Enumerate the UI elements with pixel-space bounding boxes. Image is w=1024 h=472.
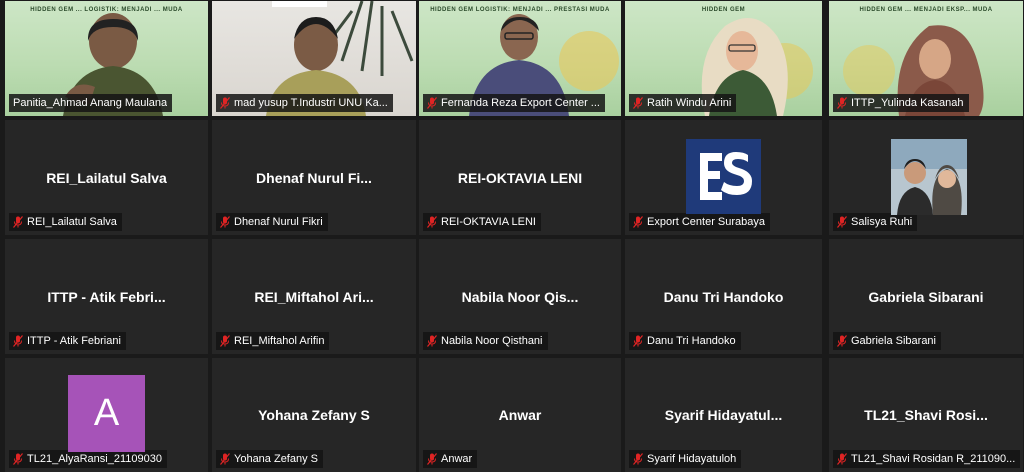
participant-tile[interactable]: Gabriela Sibarani Gabriela Sibarani — [829, 239, 1023, 354]
participant-tile[interactable]: Danu Tri Handoko Danu Tri Handoko — [625, 239, 822, 354]
participant-tile[interactable]: REI_Miftahol Ari... REI_Miftahol Arifin — [212, 239, 416, 354]
participant-tile[interactable]: REI_Lailatul Salva REI_Lailatul Salva — [5, 120, 208, 235]
mic-muted-icon — [837, 97, 847, 109]
participant-name-label: Export Center Surabaya — [629, 213, 771, 231]
participant-name-label: REI_Miftahol Arifin — [216, 332, 330, 350]
participant-name-label: Syarif Hidayatuloh — [629, 450, 742, 468]
es-logo-graphic — [686, 139, 761, 214]
participant-display-name: Danu Tri Handoko — [663, 288, 784, 305]
profile-photo — [891, 139, 967, 215]
video-tile[interactable]: HIDDEN GEM LOGISTIK: MENJADI ... PRESTAS… — [419, 1, 621, 116]
video-tile[interactable]: HIDDEN GEM ... MENJADI EKSP... MUDA ITTP… — [829, 1, 1023, 116]
video-tile[interactable]: HIDDEN GEM ... LOGISTIK: MENJADI ... MUD… — [5, 1, 208, 116]
mic-muted-icon — [837, 335, 847, 347]
participant-name-label: TL21_Shavi Rosidan R_211090... — [833, 450, 1021, 468]
participant-display-name: Yohana Zefany S — [258, 407, 370, 423]
es-logo-icon — [686, 139, 761, 214]
participant-name-label: Dhenaf Nurul Fikri — [216, 213, 328, 231]
video-tile[interactable]: HIDDEN GEM Ratih Windu Arini — [625, 1, 822, 116]
mic-muted-icon — [837, 216, 847, 228]
participant-tile[interactable]: TL21_Shavi Rosi... TL21_Shavi Rosidan R_… — [829, 358, 1023, 472]
participant-name-label: TL21_AlyaRansi_21109030 — [9, 450, 167, 468]
participant-display-name: Gabriela Sibarani — [868, 288, 984, 305]
mic-muted-icon — [13, 453, 23, 465]
participant-name-label: Anwar — [423, 450, 478, 468]
mic-muted-icon — [837, 453, 847, 465]
participant-name-label: mad yusup T.Industri UNU Ka... — [216, 94, 393, 112]
video-tile[interactable]: mad yusup T.Industri UNU Ka... — [212, 1, 416, 116]
participant-name-label: ITTP - Atik Febriani — [9, 332, 126, 350]
mic-muted-icon — [427, 216, 437, 228]
mic-muted-icon — [427, 97, 437, 109]
participant-tile[interactable]: Nabila Noor Qis... Nabila Noor Qisthani — [419, 239, 621, 354]
mic-muted-icon — [427, 335, 437, 347]
mic-muted-icon — [633, 216, 643, 228]
participant-name-label: Fernanda Reza Export Center ... — [423, 94, 605, 112]
participant-display-name: TL21_Shavi Rosi... — [864, 407, 988, 423]
participant-name-label: Salisya Ruhi — [833, 213, 918, 231]
mic-muted-icon — [220, 453, 230, 465]
participant-name-label: Nabila Noor Qisthani — [423, 332, 548, 350]
participant-display-name: Syarif Hidayatul... — [664, 407, 783, 423]
participant-name-label: REI-OKTAVIA LENI — [423, 213, 541, 231]
participant-name-label: Panitia_Ahmad Anang Maulana — [9, 94, 173, 112]
avatar-letter: A — [68, 375, 145, 452]
mic-muted-icon — [13, 216, 23, 228]
participant-name-label: Danu Tri Handoko — [629, 332, 741, 350]
gallery-grid: HIDDEN GEM ... LOGISTIK: MENJADI ... MUD… — [0, 0, 1024, 472]
participant-tile[interactable]: Anwar Anwar — [419, 358, 621, 472]
participant-display-name: Anwar — [498, 407, 542, 423]
mic-muted-icon — [220, 216, 230, 228]
mic-muted-icon — [633, 453, 643, 465]
participant-tile[interactable]: Dhenaf Nurul Fi... Dhenaf Nurul Fikri — [212, 120, 416, 235]
participant-tile[interactable]: Yohana Zefany S Yohana Zefany S — [212, 358, 416, 472]
participant-display-name: ITTP - Atik Febri... — [47, 288, 166, 305]
mic-muted-icon — [220, 97, 230, 109]
participant-display-name: Dhenaf Nurul Fi... — [256, 169, 372, 186]
participant-name-label: Ratih Windu Arini — [629, 94, 737, 112]
participant-display-name: REI_Miftahol Ari... — [254, 288, 374, 305]
participant-name-label: Gabriela Sibarani — [833, 332, 941, 350]
participant-name-label: ITTP_Yulinda Kasanah — [833, 94, 969, 112]
profile-photo-graphic — [891, 139, 967, 215]
mic-muted-icon — [427, 453, 437, 465]
participant-name-label: REI_Lailatul Salva — [9, 213, 122, 231]
participant-tile[interactable]: REI-OKTAVIA LENI REI-OKTAVIA LENI — [419, 120, 621, 235]
participant-display-name: Nabila Noor Qis... — [461, 288, 579, 305]
participant-display-name: REI_Lailatul Salva — [46, 169, 167, 186]
participant-tile[interactable]: Syarif Hidayatul... Syarif Hidayatuloh — [625, 358, 822, 472]
participant-display-name: REI-OKTAVIA LENI — [457, 169, 583, 186]
mic-muted-icon — [633, 97, 643, 109]
participant-tile[interactable]: ITTP - Atik Febri... ITTP - Atik Febrian… — [5, 239, 208, 354]
mic-muted-icon — [220, 335, 230, 347]
mic-muted-icon — [633, 335, 643, 347]
participant-name-label: Yohana Zefany S — [216, 450, 323, 468]
mic-muted-icon — [13, 335, 23, 347]
